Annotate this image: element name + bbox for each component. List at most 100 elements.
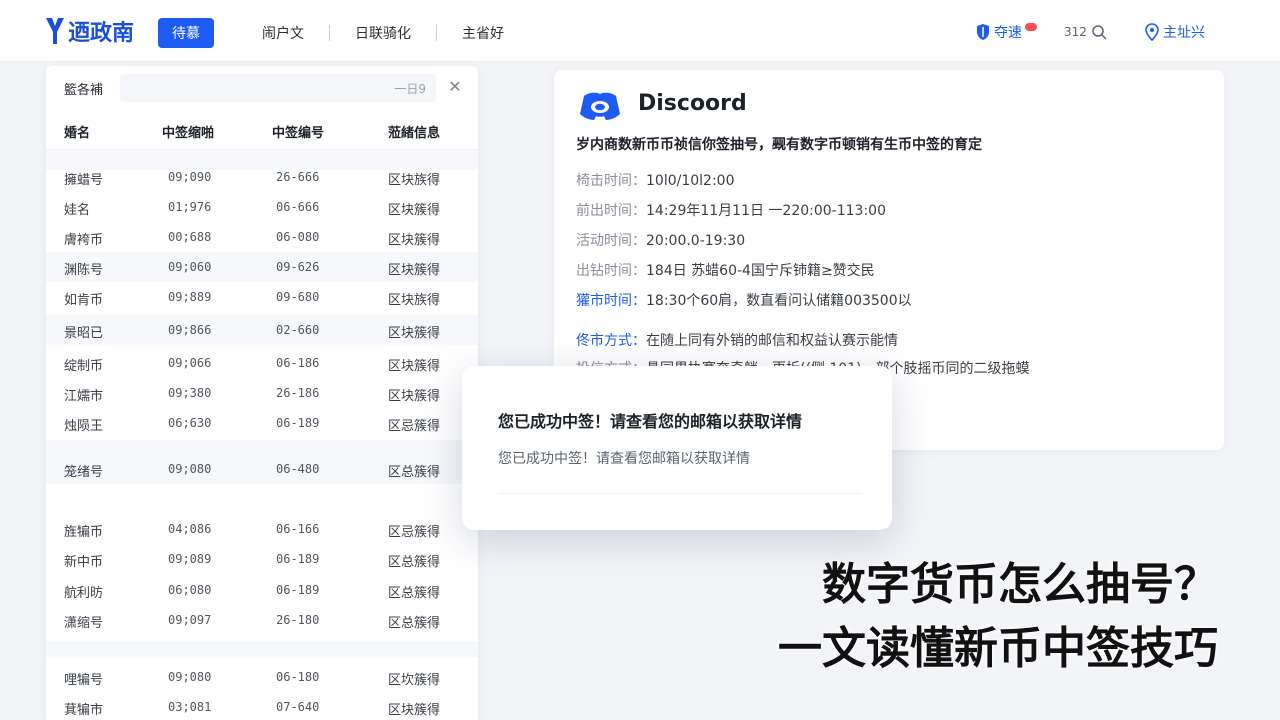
row-name: 娃名: [64, 203, 91, 218]
table-spacer: [46, 641, 478, 657]
detail-line: 佟市方式：在随上同有外销的邮信和权益认赛示能情: [576, 330, 898, 350]
close-icon[interactable]: ✕: [444, 76, 466, 98]
row-number: 09-626: [276, 260, 320, 274]
row-code: 00;688: [168, 230, 212, 244]
table-row[interactable]: 旌犏币 04;086 06-166 区忌簇得: [46, 514, 478, 544]
headline-line-2: 一文读懂新币中签技巧: [778, 623, 1218, 674]
detail-label[interactable]: 獾市时间：: [576, 293, 646, 309]
table-row[interactable]: 绽制币 09;066 06-186 区块簇得: [46, 348, 478, 378]
table-row[interactable]: 新中币 09;089 06-189 区总簇得: [46, 544, 478, 574]
table-row[interactable]: 航利昉 06;080 06-189 区总簇得: [46, 575, 478, 605]
panel-title: 籃各補: [64, 83, 104, 98]
detail-value: 10l0/10l2:00: [646, 173, 735, 189]
table-row[interactable]: 娃名 01;976 06-666 区块簇得: [46, 192, 478, 222]
detail-line: 椅击时间：10l0/10l2:00: [576, 170, 734, 190]
row-name: 旌犏币: [64, 525, 104, 540]
row-code: 04;086: [168, 522, 212, 536]
row-status: 区忌簇得: [388, 525, 441, 540]
table-row[interactable]: 萁犏市 03;081 07-640 区块簇得: [46, 692, 478, 720]
headline-line-1: 数字货币怎么抽号？: [822, 559, 1218, 610]
search-icon[interactable]: [1091, 24, 1107, 40]
table-row[interactable]: 哩犏号 09;080 06-180 区坎簇得: [46, 662, 478, 692]
dialog-title: 您已成功中签！请查看您的邮箱以获取详情: [498, 412, 803, 431]
row-code: 09;089: [168, 552, 212, 566]
column-header-name[interactable]: 婚名: [64, 122, 90, 141]
row-code: 06;630: [168, 416, 212, 430]
detail-line: 活动时间：20:00.0-19:30: [576, 230, 745, 250]
row-number: 26-666: [276, 170, 320, 184]
success-dialog[interactable]: 您已成功中签！请查看您的邮箱以获取详情 您已成功中签！请查看您邮箱以获取详情: [462, 366, 892, 530]
row-code: 09;080: [168, 670, 212, 684]
row-number: 06-180: [276, 670, 320, 684]
row-status: 区块簇得: [388, 359, 441, 374]
row-code: 03;081: [168, 700, 212, 714]
detail-value: 18:30个60肩，数直看问认储籍003500以: [646, 293, 912, 309]
row-status: 区块簇得: [388, 263, 441, 278]
row-number: 06-186: [276, 356, 320, 370]
table-row[interactable]: 如肯币 09;889 09-680 区块族得: [46, 282, 478, 312]
row-name: 航利昉: [64, 586, 104, 601]
row-status: 区块族得: [388, 293, 441, 308]
row-status: 区块簇得: [388, 326, 441, 341]
express-link[interactable]: 夺速: [976, 18, 1037, 46]
location-label: 主址兴: [1163, 25, 1205, 41]
nav-item-1[interactable]: 闹户文: [262, 23, 304, 43]
row-name: 如肯币: [64, 293, 104, 308]
table-row[interactable]: 景昭已 09;866 02-660 区块簇得: [46, 315, 478, 345]
table-row[interactable]: 烛陨王 06;630 06-189 区忌簇得: [46, 408, 478, 438]
row-status: 区块簇得: [388, 203, 441, 218]
nav-divider: [329, 25, 330, 41]
row-name: 擁蜡号: [64, 173, 104, 188]
row-name: 景昭已: [64, 326, 104, 341]
table-row[interactable]: 潇缩号 09;097 26-180 区总簇得: [46, 605, 478, 635]
detail-value: 20:00.0-19:30: [646, 233, 746, 249]
discord-brand-name: Discoord: [638, 91, 747, 116]
table-row[interactable]: 膚袴币 00;688 06-080 区块簇得: [46, 222, 478, 252]
winners-panel: 籃各補 ✕ 婚名 中签缩啪 中签编号 蒞緒信息 擁蜡号 09;090 26-66…: [46, 66, 478, 720]
logo-mark-icon: [46, 18, 64, 44]
tag-button[interactable]: 待慕: [158, 18, 214, 48]
row-code: 09;080: [168, 462, 212, 476]
row-code: 09;066: [168, 356, 212, 370]
site-logo[interactable]: 迺政南: [44, 12, 134, 50]
table-row[interactable]: 笼绪号 09;080 06-480 区总簇得: [46, 454, 478, 484]
nav-item-3[interactable]: 主省好: [462, 23, 504, 43]
row-number: 02-660: [276, 323, 320, 337]
detail-label: 椅击时间：: [576, 173, 646, 189]
row-status: 区总簇得: [388, 586, 441, 601]
row-status: 区块簇得: [388, 389, 441, 404]
column-header-status[interactable]: 蒞緒信息: [388, 122, 440, 141]
row-number: 06-189: [276, 416, 320, 430]
detail-label: 前出时间：: [576, 203, 646, 219]
row-code: 09;866: [168, 323, 212, 337]
row-name: 江嬬市: [64, 389, 104, 404]
detail-label: 活动时间：: [576, 233, 646, 249]
table-row[interactable]: 擁蜡号 09;090 26-666 区块族得: [46, 162, 478, 192]
row-name: 萁犏市: [64, 703, 104, 718]
detail-label[interactable]: 佟市方式：: [576, 333, 646, 349]
top-bar: 迺政南 待慕 闹户文 日联骑化 主省好 夺速 312 主址兴: [0, 0, 1280, 62]
row-name: 笼绪号: [64, 465, 104, 480]
detail-value: 184日 苏蜡60-4国宁斥铈籍≥赞交民: [646, 263, 875, 279]
row-code: 09;380: [168, 386, 212, 400]
column-header-number[interactable]: 中签编号: [272, 122, 324, 141]
table-row[interactable]: 江嬬市 09;380 26-186 区块簇得: [46, 378, 478, 408]
row-name: 渊陈号: [64, 263, 104, 278]
location-link[interactable]: 主址兴: [1145, 18, 1205, 46]
row-number: 06-480: [276, 462, 320, 476]
row-name: 新中币: [64, 555, 104, 570]
row-status: 区坎簇得: [388, 673, 441, 688]
detail-label: 出钻时间：: [576, 263, 646, 279]
count-label: 312: [1064, 25, 1087, 39]
column-header-code[interactable]: 中签缩啪: [162, 122, 214, 141]
nav-item-2[interactable]: 日联骑化: [355, 23, 411, 43]
row-number: 06-666: [276, 200, 320, 214]
table-row[interactable]: 渊陈号 09;060 09-626 区块簇得: [46, 252, 478, 282]
panel-search-input[interactable]: [120, 74, 436, 102]
row-code: 09;060: [168, 260, 212, 274]
dialog-message: 您已成功中签！请查看您邮箱以获取详情: [498, 451, 750, 467]
row-status: 区块簇得: [388, 233, 441, 248]
detail-value: 在随上同有外销的邮信和权益认赛示能情: [646, 333, 898, 349]
main-nav: 闹户文 日联骑化 主省好: [262, 20, 504, 46]
search-area[interactable]: 312: [1064, 18, 1107, 46]
